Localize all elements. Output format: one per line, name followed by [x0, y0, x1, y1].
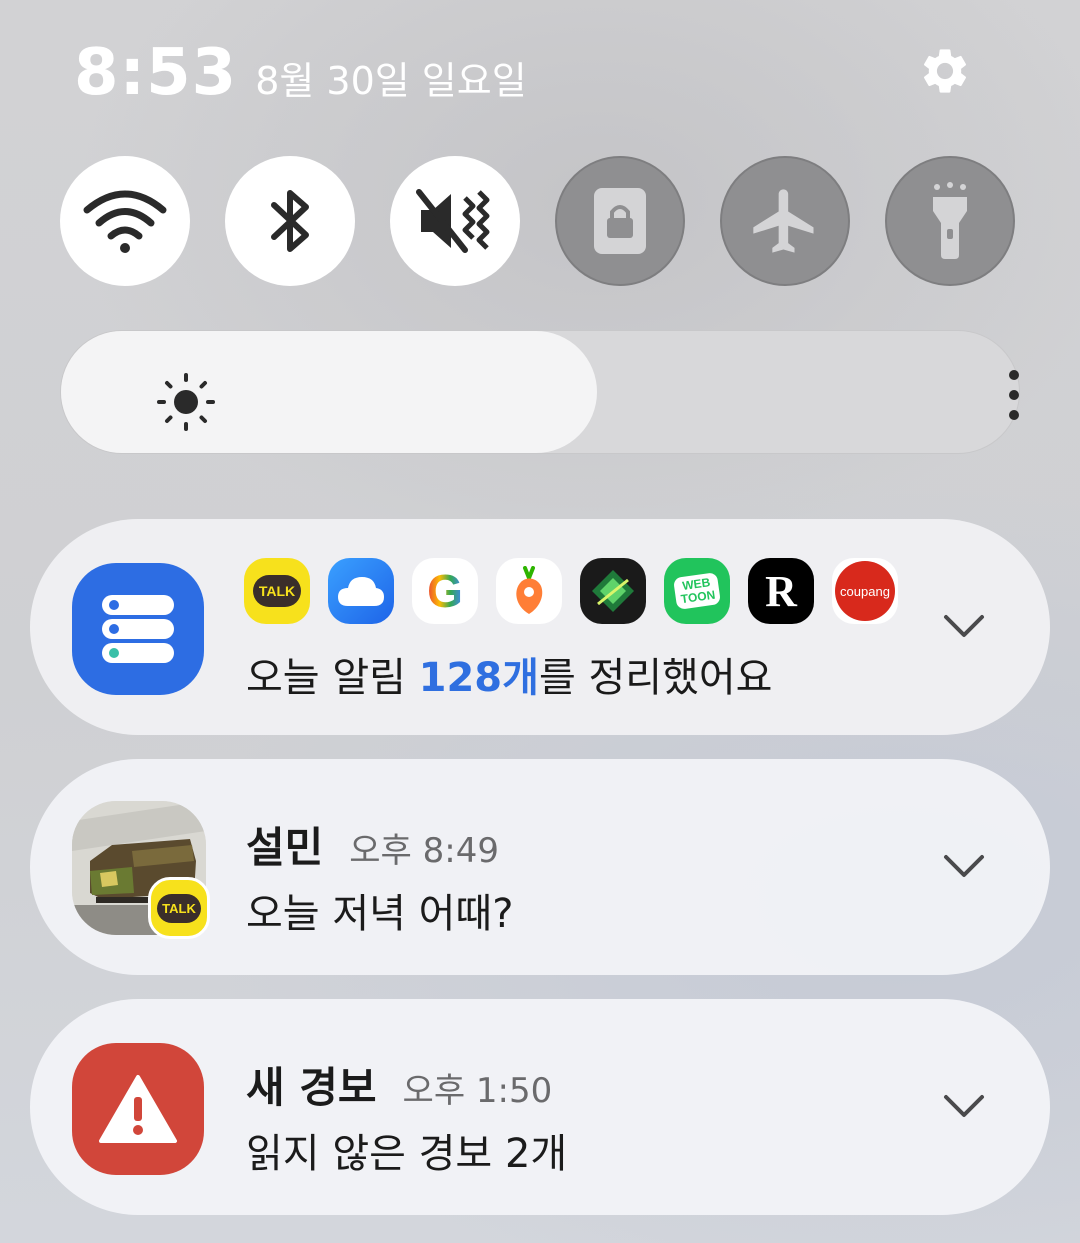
- webtoon-icon: WEB TOON: [664, 558, 730, 624]
- google-icon: G: [412, 558, 478, 624]
- wifi-toggle[interactable]: [60, 156, 190, 286]
- message-text: 오늘 저녁 어때?: [246, 891, 514, 937]
- notification-summary-app-icon: [72, 563, 204, 695]
- bluetooth-toggle[interactable]: [225, 156, 355, 286]
- flashlight-toggle[interactable]: [885, 156, 1015, 286]
- summary-text: 오늘 알림 128개를 정리했어요: [246, 655, 773, 701]
- lock-rotation-icon: [594, 188, 646, 254]
- vibrate-icon: [416, 189, 490, 253]
- weather-cloud-icon: [328, 558, 394, 624]
- wifi-icon: [83, 190, 167, 253]
- alert-header: 새 경보 오후 1:50: [246, 1054, 552, 1115]
- message-time: 오후 8:49: [349, 831, 499, 871]
- alert-message: 읽지 않은 경보 2개: [246, 1131, 568, 1177]
- vibrate-toggle[interactable]: [390, 156, 520, 286]
- game-app-icon: [580, 558, 646, 624]
- flashlight-icon: [933, 182, 967, 259]
- screen-lock-toggle[interactable]: [555, 156, 685, 286]
- sun-icon: [157, 373, 215, 431]
- alert-time: 오후 1:50: [402, 1071, 553, 1111]
- notification-summary-card[interactable]: TALK G WEB TOON R coupang 오늘 알림 128개를 정리…: [30, 519, 1050, 735]
- expand-chevron-down-icon[interactable]: [942, 1091, 986, 1121]
- alert-card[interactable]: 새 경보 오후 1:50 읽지 않은 경보 2개: [30, 999, 1050, 1215]
- brightness-level-fill: [61, 331, 598, 453]
- brightness-slider[interactable]: [60, 330, 1020, 454]
- bluetooth-icon: [271, 190, 309, 252]
- coupang-icon: coupang: [832, 558, 898, 624]
- date: 8월 30일 일요일: [255, 59, 527, 103]
- warning-app-icon: [72, 1043, 204, 1175]
- status-header: 8:53 8월 30일 일요일: [74, 36, 527, 110]
- ridi-icon: R: [748, 558, 814, 624]
- expand-chevron-down-icon[interactable]: [942, 611, 986, 641]
- more-options-icon[interactable]: [999, 367, 1029, 423]
- clock: 8:53: [74, 36, 238, 110]
- kakaotalk-icon: TALK: [244, 558, 310, 624]
- airplane-mode-toggle[interactable]: [720, 156, 850, 286]
- summarized-app-icons: TALK G WEB TOON R coupang: [244, 558, 916, 624]
- message-header: 설민 오후 8:49: [246, 814, 499, 875]
- sender-name: 설민: [246, 823, 324, 872]
- expand-chevron-down-icon[interactable]: [942, 851, 986, 881]
- kakaotalk-message-card[interactable]: TALK 설민 오후 8:49 오늘 저녁 어때?: [30, 759, 1050, 975]
- alert-title: 새 경보: [246, 1063, 377, 1112]
- summary-count: 128개: [418, 655, 539, 701]
- settings-gear-icon[interactable]: [918, 44, 972, 98]
- kakaotalk-badge-icon: TALK: [148, 877, 210, 939]
- airplane-icon: [753, 189, 814, 253]
- daangn-carrot-icon: [496, 558, 562, 624]
